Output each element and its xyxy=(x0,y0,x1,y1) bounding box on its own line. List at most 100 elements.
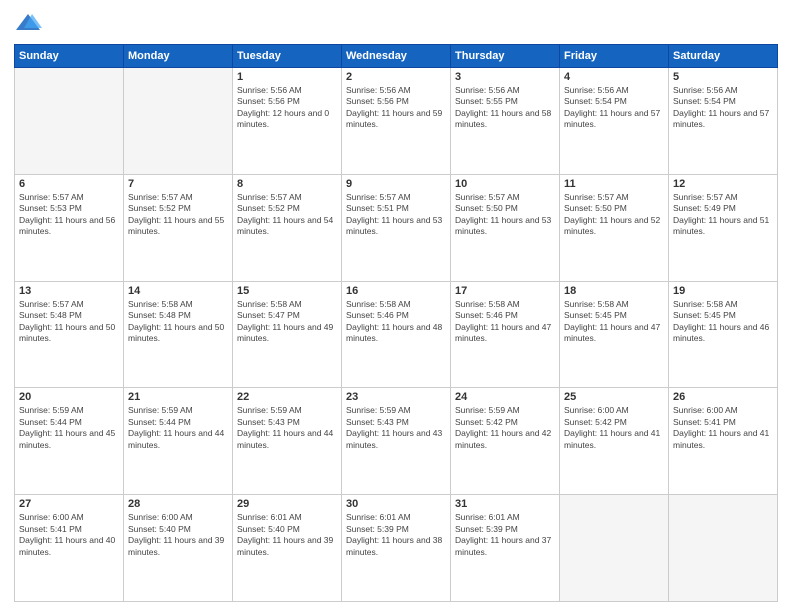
day-cell: 3Sunrise: 5:56 AMSunset: 5:55 PMDaylight… xyxy=(451,68,560,175)
day-info: Sunrise: 5:57 AMSunset: 5:51 PMDaylight:… xyxy=(346,192,446,238)
day-number: 17 xyxy=(455,285,555,297)
day-info: Sunrise: 5:59 AMSunset: 5:42 PMDaylight:… xyxy=(455,405,555,451)
day-number: 13 xyxy=(19,285,119,297)
day-number: 8 xyxy=(237,178,337,190)
day-info: Sunrise: 5:58 AMSunset: 5:45 PMDaylight:… xyxy=(673,299,773,345)
day-info: Sunrise: 6:00 AMSunset: 5:41 PMDaylight:… xyxy=(673,405,773,451)
day-number: 1 xyxy=(237,71,337,83)
day-number: 26 xyxy=(673,391,773,403)
week-row-3: 20 Sunrise: 5:59 AMSunset: 5:44 PMDayligh… xyxy=(15,388,778,495)
weekday-header-friday: Friday xyxy=(560,45,669,68)
day-number: 19 xyxy=(673,285,773,297)
day-number: 6 xyxy=(19,178,119,190)
day-number: 14 xyxy=(128,285,228,297)
day-number: 24 xyxy=(455,391,555,403)
day-number: 21 xyxy=(128,391,228,403)
page: SundayMondayTuesdayWednesdayThursdayFrid… xyxy=(0,0,792,612)
day-info: Sunrise: 5:57 AMSunset: 5:52 PMDaylight:… xyxy=(128,192,228,238)
day-cell xyxy=(560,495,669,602)
day-cell: 14 Sunrise: 5:58 AMSunset: 5:48 PMDayligh… xyxy=(124,281,233,388)
day-cell: 31 Sunrise: 6:01 AMSunset: 5:39 PMDayligh… xyxy=(451,495,560,602)
day-cell: 7 Sunrise: 5:57 AMSunset: 5:52 PMDaylight… xyxy=(124,174,233,281)
day-number: 28 xyxy=(128,498,228,510)
weekday-header-tuesday: Tuesday xyxy=(233,45,342,68)
weekday-header-monday: Monday xyxy=(124,45,233,68)
day-number: 22 xyxy=(237,391,337,403)
day-info: Sunrise: 5:57 AMSunset: 5:48 PMDaylight:… xyxy=(19,299,119,345)
day-cell: 17 Sunrise: 5:58 AMSunset: 5:46 PMDayligh… xyxy=(451,281,560,388)
day-cell: 11Sunrise: 5:57 AMSunset: 5:50 PMDayligh… xyxy=(560,174,669,281)
week-row-1: 6 Sunrise: 5:57 AMSunset: 5:53 PMDaylight… xyxy=(15,174,778,281)
day-cell: 2 Sunrise: 5:56 AMSunset: 5:56 PMDaylight… xyxy=(342,68,451,175)
day-info: Sunrise: 6:00 AMSunset: 5:40 PMDaylight:… xyxy=(128,512,228,558)
day-number: 27 xyxy=(19,498,119,510)
weekday-header-sunday: Sunday xyxy=(15,45,124,68)
day-number: 25 xyxy=(564,391,664,403)
day-cell: 28 Sunrise: 6:00 AMSunset: 5:40 PMDayligh… xyxy=(124,495,233,602)
weekday-header-saturday: Saturday xyxy=(669,45,778,68)
day-number: 15 xyxy=(237,285,337,297)
day-number: 16 xyxy=(346,285,446,297)
day-cell xyxy=(15,68,124,175)
day-number: 31 xyxy=(455,498,555,510)
day-info: Sunrise: 5:58 AMSunset: 5:46 PMDaylight:… xyxy=(455,299,555,345)
day-info: Sunrise: 5:56 AMSunset: 5:55 PMDaylight:… xyxy=(455,85,555,131)
day-cell: 30 Sunrise: 6:01 AMSunset: 5:39 PMDayligh… xyxy=(342,495,451,602)
day-info: Sunrise: 5:56 AMSunset: 5:56 PMDaylight:… xyxy=(346,85,446,131)
day-cell: 23 Sunrise: 5:59 AMSunset: 5:43 PMDayligh… xyxy=(342,388,451,495)
day-cell: 26 Sunrise: 6:00 AMSunset: 5:41 PMDayligh… xyxy=(669,388,778,495)
day-info: Sunrise: 6:01 AMSunset: 5:39 PMDaylight:… xyxy=(346,512,446,558)
day-number: 12 xyxy=(673,178,773,190)
day-info: Sunrise: 5:57 AMSunset: 5:50 PMDaylight:… xyxy=(455,192,555,238)
day-number: 2 xyxy=(346,71,446,83)
calendar: SundayMondayTuesdayWednesdayThursdayFrid… xyxy=(14,44,778,602)
day-info: Sunrise: 5:59 AMSunset: 5:43 PMDaylight:… xyxy=(237,405,337,451)
day-number: 10 xyxy=(455,178,555,190)
day-number: 20 xyxy=(19,391,119,403)
week-row-2: 13 Sunrise: 5:57 AMSunset: 5:48 PMDayligh… xyxy=(15,281,778,388)
header xyxy=(14,10,778,38)
day-number: 9 xyxy=(346,178,446,190)
day-cell: 15 Sunrise: 5:58 AMSunset: 5:47 PMDayligh… xyxy=(233,281,342,388)
day-cell: 21 Sunrise: 5:59 AMSunset: 5:44 PMDayligh… xyxy=(124,388,233,495)
day-cell: 13 Sunrise: 5:57 AMSunset: 5:48 PMDayligh… xyxy=(15,281,124,388)
day-number: 23 xyxy=(346,391,446,403)
day-info: Sunrise: 5:58 AMSunset: 5:48 PMDaylight:… xyxy=(128,299,228,345)
day-cell: 20Sunrise: 5:59 AMSunset: 5:44 PMDayligh… xyxy=(15,388,124,495)
day-number: 30 xyxy=(346,498,446,510)
day-info: Sunrise: 6:01 AMSunset: 5:40 PMDaylight:… xyxy=(237,512,337,558)
day-cell xyxy=(669,495,778,602)
day-info: Sunrise: 5:59 AMSunset: 5:43 PMDaylight:… xyxy=(346,405,446,451)
day-cell: 1 Sunrise: 5:56 AMSunset: 5:56 PMDaylight… xyxy=(233,68,342,175)
day-cell: 22 Sunrise: 5:59 AMSunset: 5:43 PMDayligh… xyxy=(233,388,342,495)
day-cell: 4Sunrise: 5:56 AMSunset: 5:54 PMDaylight… xyxy=(560,68,669,175)
weekday-header-wednesday: Wednesday xyxy=(342,45,451,68)
day-cell: 12Sunrise: 5:57 AMSunset: 5:49 PMDayligh… xyxy=(669,174,778,281)
day-number: 7 xyxy=(128,178,228,190)
day-cell: 16Sunrise: 5:58 AMSunset: 5:46 PMDayligh… xyxy=(342,281,451,388)
day-info: Sunrise: 5:57 AMSunset: 5:53 PMDaylight:… xyxy=(19,192,119,238)
day-cell: 29 Sunrise: 6:01 AMSunset: 5:40 PMDayligh… xyxy=(233,495,342,602)
day-info: Sunrise: 5:56 AMSunset: 5:54 PMDaylight:… xyxy=(673,85,773,131)
day-number: 5 xyxy=(673,71,773,83)
logo-icon xyxy=(14,10,42,38)
day-cell: 8 Sunrise: 5:57 AMSunset: 5:52 PMDaylight… xyxy=(233,174,342,281)
day-cell: 9 Sunrise: 5:57 AMSunset: 5:51 PMDaylight… xyxy=(342,174,451,281)
day-cell: 19 Sunrise: 5:58 AMSunset: 5:45 PMDayligh… xyxy=(669,281,778,388)
week-row-0: 1 Sunrise: 5:56 AMSunset: 5:56 PMDaylight… xyxy=(15,68,778,175)
day-number: 29 xyxy=(237,498,337,510)
day-cell: 25Sunrise: 6:00 AMSunset: 5:42 PMDayligh… xyxy=(560,388,669,495)
day-cell: 18Sunrise: 5:58 AMSunset: 5:45 PMDayligh… xyxy=(560,281,669,388)
day-info: Sunrise: 5:57 AMSunset: 5:52 PMDaylight:… xyxy=(237,192,337,238)
day-cell: 6 Sunrise: 5:57 AMSunset: 5:53 PMDaylight… xyxy=(15,174,124,281)
day-info: Sunrise: 5:56 AMSunset: 5:56 PMDaylight:… xyxy=(237,85,337,131)
day-info: Sunrise: 5:58 AMSunset: 5:47 PMDaylight:… xyxy=(237,299,337,345)
day-cell: 24 Sunrise: 5:59 AMSunset: 5:42 PMDayligh… xyxy=(451,388,560,495)
day-cell: 27Sunrise: 6:00 AMSunset: 5:41 PMDayligh… xyxy=(15,495,124,602)
day-info: Sunrise: 6:01 AMSunset: 5:39 PMDaylight:… xyxy=(455,512,555,558)
weekday-header-thursday: Thursday xyxy=(451,45,560,68)
week-row-4: 27Sunrise: 6:00 AMSunset: 5:41 PMDayligh… xyxy=(15,495,778,602)
day-cell: 5 Sunrise: 5:56 AMSunset: 5:54 PMDaylight… xyxy=(669,68,778,175)
day-info: Sunrise: 5:59 AMSunset: 5:44 PMDaylight:… xyxy=(128,405,228,451)
day-number: 18 xyxy=(564,285,664,297)
